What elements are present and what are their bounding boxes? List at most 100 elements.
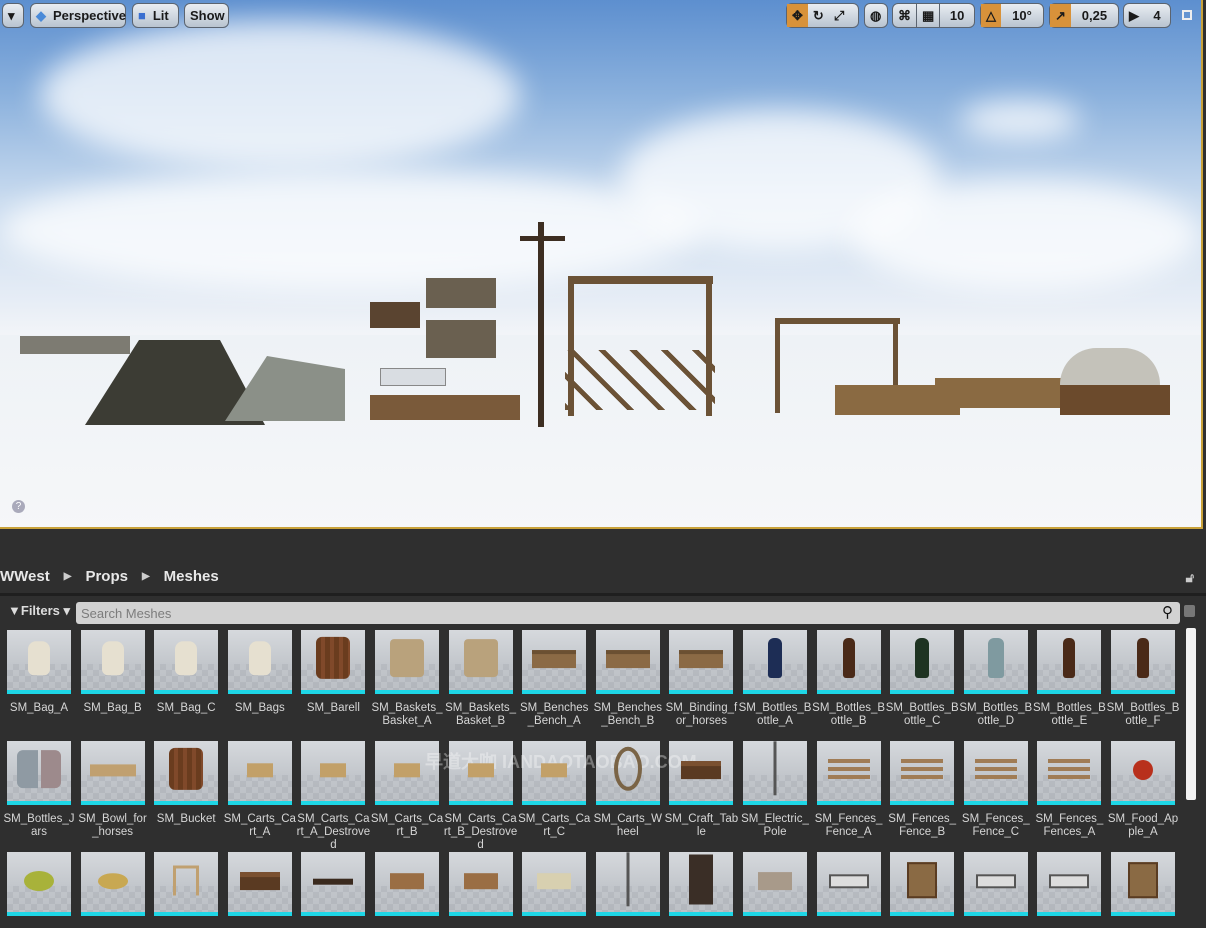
asset-tile[interactable]: SM_Bag_C bbox=[154, 630, 219, 715]
asset-tile[interactable] bbox=[1037, 852, 1102, 916]
lock-icon[interactable]: 🔓︎ bbox=[1186, 570, 1194, 586]
asset-tile[interactable]: SM_Carts_Wheel bbox=[594, 741, 662, 839]
asset-tile[interactable]: SM_Bottles_Bottle_B bbox=[812, 630, 885, 728]
chevron-right-icon[interactable]: ▶ bbox=[142, 571, 150, 582]
asset-tile[interactable]: SM_Binding_for_horses bbox=[666, 630, 737, 728]
world-local-icon[interactable]: ◍ bbox=[865, 4, 886, 27]
asset-tile[interactable] bbox=[301, 852, 366, 916]
asset-tile[interactable]: SM_Bottles_Jars bbox=[4, 741, 74, 839]
table-icon bbox=[681, 761, 722, 780]
bottle-teal-icon bbox=[987, 638, 1004, 678]
asset-tile[interactable] bbox=[595, 852, 660, 916]
chevron-down-icon: ▾ bbox=[8, 7, 15, 23]
scale-snap-icon[interactable]: ↗ bbox=[1050, 4, 1071, 27]
asset-tile[interactable] bbox=[154, 852, 219, 916]
asset-tile[interactable]: SM_Craft_Table bbox=[665, 741, 738, 839]
save-search-icon[interactable] bbox=[1184, 605, 1195, 617]
box-icon bbox=[390, 873, 424, 890]
asset-tile[interactable]: SM_Food_Apple_A bbox=[1108, 741, 1178, 839]
camera-speed-value[interactable]: 4 bbox=[1144, 4, 1170, 27]
asset-tile[interactable]: SM_Benches_Bench_B bbox=[594, 630, 662, 728]
grid-snap-value[interactable]: 10 bbox=[939, 4, 974, 27]
table-icon bbox=[239, 872, 280, 891]
asset-tile[interactable] bbox=[227, 852, 292, 916]
asset-thumbnail bbox=[669, 741, 734, 805]
asset-tile[interactable]: SM_Bottles_Bottle_C bbox=[886, 630, 959, 728]
surface-snap-icon[interactable]: ⌘ bbox=[893, 4, 916, 27]
asset-thumbnail bbox=[80, 852, 145, 916]
asset-thumbnail bbox=[963, 741, 1028, 805]
translate-tool-icon[interactable]: ✥ bbox=[787, 4, 808, 27]
asset-tile[interactable]: SM_Baskets_Basket_A bbox=[372, 630, 442, 728]
search-icon[interactable]: ⚲ bbox=[1162, 603, 1173, 621]
asset-thumbnail bbox=[963, 630, 1028, 694]
asset-tile[interactable]: SM_Fences_Fence_B bbox=[888, 741, 956, 839]
asset-tile[interactable] bbox=[7, 852, 71, 916]
level-viewport[interactable]: ▾ ◆ Perspective ■ Lit Show ✥ ↻ ⤢ ◍ ⌘ ▦ 10 △ 10°… bbox=[0, 0, 1203, 529]
perspective-button[interactable]: ◆ Perspective bbox=[30, 3, 126, 28]
rotate-tool-icon[interactable]: ↻ bbox=[808, 4, 829, 27]
asset-tile[interactable]: SM_Carts_Cart_A bbox=[224, 741, 296, 839]
asset-tile[interactable]: SM_Bowl_for_horses bbox=[78, 741, 147, 839]
asset-tile[interactable] bbox=[375, 852, 439, 916]
asset-tile[interactable]: SM_Fences_Fences_A bbox=[1036, 741, 1103, 839]
asset-tile[interactable] bbox=[448, 852, 513, 916]
bag-icon bbox=[248, 641, 271, 676]
scale-snap-value[interactable]: 0,25 bbox=[1071, 4, 1118, 27]
sign-icon bbox=[1049, 874, 1090, 889]
show-button[interactable]: Show bbox=[184, 3, 229, 28]
asset-tile[interactable]: SM_Bottles_Bottle_A bbox=[739, 630, 811, 728]
filters-button[interactable]: ▼Filters ▾ bbox=[8, 603, 70, 619]
breadcrumb-item-wwest[interactable]: WWest bbox=[0, 568, 50, 585]
asset-tile[interactable] bbox=[1111, 852, 1175, 916]
viewport-options-button[interactable]: ▾ bbox=[2, 3, 24, 28]
asset-tile[interactable]: SM_Fences_Fence_C bbox=[962, 741, 1030, 839]
sign-board-icon bbox=[907, 862, 938, 899]
asset-tile[interactable] bbox=[963, 852, 1028, 916]
asset-thumbnail bbox=[227, 630, 292, 694]
asset-tile[interactable]: SM_Fences_Fence_A bbox=[815, 741, 882, 839]
asset-tile[interactable]: SM_Benches_Bench_A bbox=[520, 630, 588, 728]
asset-tile[interactable]: SM_Electric_Pole bbox=[741, 741, 809, 839]
asset-tile[interactable] bbox=[890, 852, 955, 916]
asset-tile[interactable] bbox=[669, 852, 734, 916]
chevron-right-icon[interactable]: ▶ bbox=[64, 571, 72, 582]
maximize-viewport-icon[interactable] bbox=[1182, 10, 1192, 20]
grid-snap-icon[interactable]: ▦ bbox=[916, 4, 939, 27]
asset-tile[interactable]: SM_Carts_Cart_A_Destroved bbox=[297, 741, 370, 852]
asset-tile[interactable]: SM_Carts_Cart_B_Destroved bbox=[444, 741, 517, 852]
breadcrumb-item-meshes[interactable]: Meshes bbox=[164, 568, 219, 585]
breadcrumb-item-props[interactable]: Props bbox=[85, 568, 128, 585]
scale-tool-icon[interactable]: ⤢ bbox=[829, 4, 849, 27]
camera-speed-icon[interactable]: ▶ bbox=[1124, 4, 1144, 27]
asset-tile[interactable]: SM_Carts_Cart_B bbox=[371, 741, 443, 839]
lit-sphere-icon: ■ bbox=[138, 8, 146, 23]
breadcrumb: WWest ▶ Props ▶ Meshes 🔓︎ bbox=[0, 560, 1206, 596]
asset-label: SM_Bowl_for_horses bbox=[78, 813, 147, 838]
asset-tile[interactable]: SM_Baskets_Basket_B bbox=[445, 630, 516, 728]
bottle-green-icon bbox=[915, 638, 930, 678]
scrollbar[interactable] bbox=[1186, 628, 1196, 800]
asset-tile[interactable]: SM_Barell bbox=[301, 630, 366, 715]
rotation-snap-icon[interactable]: △ bbox=[981, 4, 1001, 27]
asset-tile[interactable] bbox=[743, 852, 807, 916]
asset-tile[interactable] bbox=[522, 852, 587, 916]
rotation-snap-value[interactable]: 10° bbox=[1001, 4, 1043, 27]
view-mode-lit-button[interactable]: ■ Lit bbox=[132, 3, 179, 28]
asset-tile[interactable]: SM_Bag_A bbox=[7, 630, 71, 715]
asset-tile[interactable]: SM_Bags bbox=[227, 630, 292, 715]
help-icon[interactable]: ? bbox=[12, 500, 25, 513]
asset-tile[interactable]: SM_Bottles_Bottle_F bbox=[1107, 630, 1179, 728]
asset-label: SM_Carts_Cart_C bbox=[518, 813, 591, 838]
asset-tile[interactable]: SM_Bag_B bbox=[80, 630, 145, 715]
asset-tile[interactable]: SM_Bottles_Bottle_D bbox=[959, 630, 1032, 728]
asset-tile[interactable] bbox=[816, 852, 881, 916]
asset-thumbnail bbox=[7, 741, 71, 805]
asset-tile[interactable]: SM_Carts_Cart_C bbox=[518, 741, 590, 839]
asset-tile[interactable]: SM_Bottles_Bottle_E bbox=[1033, 630, 1106, 728]
gun-icon bbox=[313, 878, 354, 885]
asset-tile[interactable]: SM_Bucket bbox=[154, 741, 219, 826]
search-input[interactable] bbox=[76, 602, 1180, 624]
asset-tile[interactable] bbox=[80, 852, 145, 916]
asset-thumbnail bbox=[154, 852, 219, 916]
